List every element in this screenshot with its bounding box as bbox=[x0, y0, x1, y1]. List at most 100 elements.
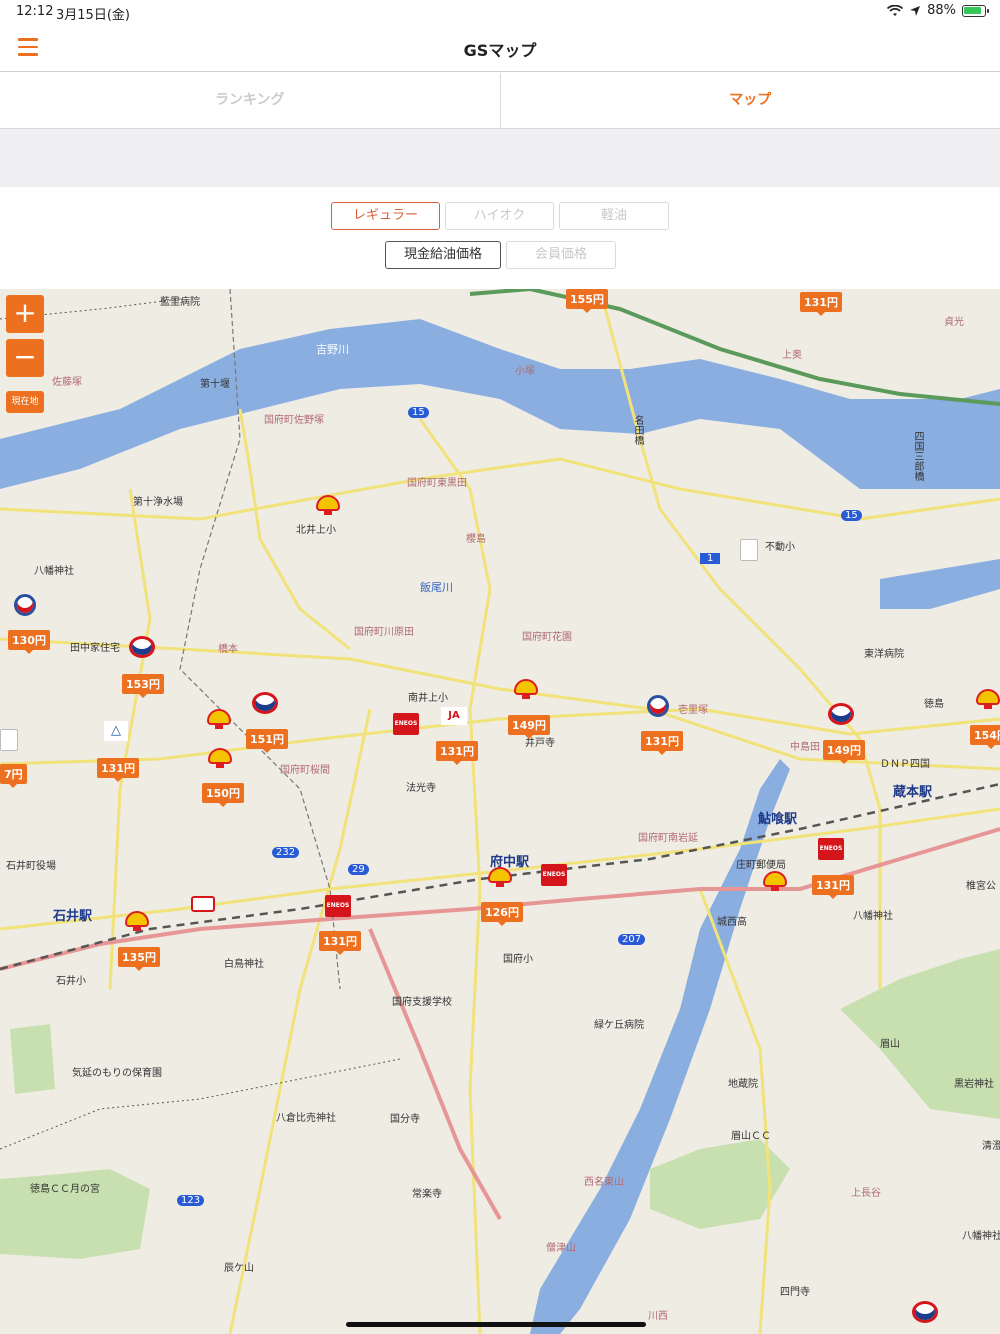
price-tag[interactable]: 131円 bbox=[436, 741, 478, 765]
gas-pump-icon[interactable] bbox=[740, 539, 758, 561]
route-sign: 15 bbox=[841, 510, 862, 521]
route-sign: 207 bbox=[618, 934, 646, 945]
place-label: 清澄 bbox=[982, 1141, 1000, 1152]
station-label: 石井駅 bbox=[53, 909, 93, 924]
kygnus-station-icon[interactable]: △ bbox=[104, 721, 128, 741]
eneos-station-icon[interactable]: ENEOS bbox=[541, 864, 567, 886]
price-tag[interactable]: 149円 bbox=[823, 740, 865, 764]
status-time: 12:12 bbox=[16, 4, 54, 19]
home-indicator bbox=[346, 1322, 646, 1327]
place-label: 中島田 bbox=[790, 742, 820, 753]
place-label: 八倉比売神社 bbox=[276, 1113, 336, 1124]
place-label: 常楽寺 bbox=[412, 1189, 442, 1200]
place-label: 八幡神社 bbox=[34, 566, 74, 577]
location-arrow-icon bbox=[910, 5, 921, 16]
zoom-in-button[interactable]: + bbox=[6, 295, 44, 333]
route-sign: 232 bbox=[272, 847, 300, 858]
place-label: 石井町役場 bbox=[6, 861, 56, 872]
shell-station-icon[interactable] bbox=[316, 495, 340, 517]
place-label: 壱里塚 bbox=[678, 705, 708, 716]
fuel-regular-button[interactable]: レギュラー bbox=[331, 202, 440, 230]
place-label: 南井上小 bbox=[408, 693, 448, 704]
price-tag[interactable]: 135円 bbox=[118, 947, 160, 971]
tab-map[interactable]: マップ bbox=[501, 73, 1000, 128]
place-label: 黒岩神社 bbox=[954, 1079, 994, 1090]
battery-level bbox=[964, 6, 981, 14]
shell-station-icon[interactable] bbox=[488, 867, 512, 889]
price-member-button[interactable]: 会員価格 bbox=[506, 241, 616, 269]
place-label: 第十堰 bbox=[200, 379, 230, 390]
place-label: 国府町花園 bbox=[522, 632, 572, 643]
price-tag[interactable]: 131円 bbox=[641, 731, 683, 755]
price-tag[interactable]: 131円 bbox=[800, 292, 842, 316]
route-sign: 15 bbox=[408, 407, 429, 418]
shell-station-icon[interactable] bbox=[208, 748, 232, 770]
price-tag[interactable]: 7円 bbox=[0, 764, 27, 788]
price-tag[interactable]: 154円 bbox=[970, 725, 1000, 749]
status-bar: 12:12 3月15日(金) 88% bbox=[0, 0, 1000, 24]
place-label: 櫻島 bbox=[466, 534, 486, 545]
gas-pump-icon[interactable] bbox=[0, 729, 18, 751]
shell-station-icon[interactable] bbox=[125, 911, 149, 933]
place-label: 橋本 bbox=[218, 644, 238, 655]
price-tag[interactable]: 155円 bbox=[566, 289, 608, 313]
zoom-out-button[interactable]: − bbox=[6, 339, 44, 377]
route-sign: 1 bbox=[700, 553, 721, 564]
idemitsu-station-icon[interactable] bbox=[912, 1301, 938, 1323]
price-tag[interactable]: 150円 bbox=[202, 783, 244, 807]
shell-station-icon[interactable] bbox=[763, 871, 787, 893]
current-location-button[interactable]: 現在地 bbox=[6, 391, 44, 413]
idemitsu-station-icon[interactable] bbox=[129, 636, 155, 658]
station-label: 蔵本駅 bbox=[893, 785, 933, 800]
idemitsu-station-icon[interactable] bbox=[828, 703, 854, 725]
price-tag[interactable]: 131円 bbox=[812, 875, 854, 899]
place-label: 小塚 bbox=[515, 366, 535, 377]
place-label: 四門寺 bbox=[780, 1287, 810, 1298]
idemitsu-station-icon[interactable] bbox=[252, 692, 278, 714]
status-right: 88% bbox=[887, 3, 989, 18]
price-tag[interactable]: 149円 bbox=[508, 715, 550, 739]
bridge-label: 名田橋 bbox=[632, 415, 643, 445]
esso-station-icon[interactable] bbox=[191, 896, 215, 912]
station-label: 鮎喰駅 bbox=[758, 812, 798, 827]
ja-ss-station-icon[interactable]: JA bbox=[441, 707, 467, 725]
fuel-diesel-button[interactable]: 軽油 bbox=[559, 202, 669, 230]
page-title: GSマップ bbox=[463, 41, 537, 60]
place-label: 東洋病院 bbox=[864, 649, 904, 660]
place-label: 佐藤塚 bbox=[52, 377, 82, 388]
shell-station-icon[interactable] bbox=[514, 679, 538, 701]
price-tag[interactable]: 151円 bbox=[246, 729, 288, 753]
tab-ranking[interactable]: ランキング bbox=[0, 73, 501, 128]
place-label: 庄町郵便局 bbox=[736, 860, 786, 871]
price-tag[interactable]: 153円 bbox=[122, 674, 164, 698]
route-sign: 123 bbox=[177, 1195, 205, 1206]
place-label: 川西 bbox=[648, 1311, 668, 1322]
shell-station-icon[interactable] bbox=[207, 709, 231, 731]
place-label: 国府支援学校 bbox=[392, 997, 452, 1008]
place-label: 国府町桜間 bbox=[280, 765, 330, 776]
spacer-band bbox=[0, 129, 1000, 187]
place-label: 八幡神社 bbox=[853, 911, 893, 922]
map-view[interactable]: 藍里病院 佐藤塚 第十堰 吉野川 小塚 上奥 貞光 国府町佐野塚 15 名田橋 … bbox=[0, 289, 1000, 1334]
place-label: 田中家住宅 bbox=[70, 643, 120, 654]
fuel-highoctane-button[interactable]: ハイオク bbox=[445, 202, 554, 230]
eneos-station-icon[interactable]: ENEOS bbox=[818, 838, 844, 860]
place-label: 椎宮公 bbox=[966, 881, 996, 892]
price-tag[interactable]: 130円 bbox=[8, 630, 50, 654]
eneos-station-icon[interactable]: ENEOS bbox=[393, 713, 419, 735]
kygnus-red-station-icon[interactable] bbox=[647, 695, 669, 717]
map-background bbox=[0, 289, 1000, 1334]
place-label: 徳島ＣＣ月の宮 bbox=[30, 1184, 100, 1195]
eneos-station-icon[interactable]: ENEOS bbox=[325, 895, 351, 917]
battery-icon bbox=[962, 4, 989, 17]
price-tag[interactable]: 131円 bbox=[319, 931, 361, 955]
place-label: ＤＮＰ四国 bbox=[880, 759, 930, 770]
place-label: 僧津山 bbox=[546, 1243, 576, 1254]
price-tag[interactable]: 131円 bbox=[97, 758, 139, 782]
cosmo-station-icon[interactable] bbox=[14, 594, 36, 616]
place-label: 国府町南岩延 bbox=[638, 833, 698, 844]
place-label: 上奥 bbox=[782, 350, 802, 361]
price-tag[interactable]: 126円 bbox=[481, 902, 523, 926]
price-cash-button[interactable]: 現金給油価格 bbox=[385, 241, 501, 269]
shell-station-icon[interactable] bbox=[976, 689, 1000, 711]
